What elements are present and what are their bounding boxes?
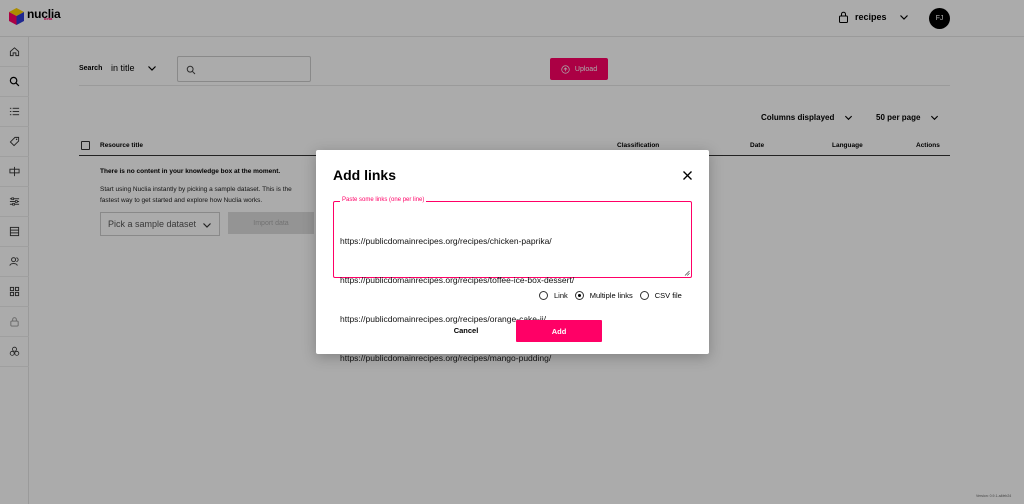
radio-button[interactable] xyxy=(539,291,548,300)
radio-link[interactable]: Link xyxy=(539,291,568,300)
cancel-button[interactable]: Cancel xyxy=(441,321,491,339)
link-line: https://publicdomainrecipes.org/recipes/… xyxy=(340,275,575,285)
radio-csv-file[interactable]: CSV file xyxy=(639,291,682,300)
close-icon[interactable] xyxy=(682,170,693,181)
radio-multiple-links[interactable]: Multiple links xyxy=(574,291,633,300)
link-line: https://publicdomainrecipes.org/recipes/… xyxy=(340,353,552,363)
radio-button-selected[interactable] xyxy=(574,291,584,300)
add-button[interactable]: Add xyxy=(516,320,602,342)
radio-button[interactable] xyxy=(639,291,649,300)
link-line: https://publicdomainrecipes.org/recipes/… xyxy=(340,314,546,324)
resize-handle-icon[interactable] xyxy=(684,270,690,276)
radio-label: CSV file xyxy=(654,291,682,300)
radio-label: Link xyxy=(554,291,568,300)
links-text-content: https://publicdomainrecipes.org/recipes/… xyxy=(340,209,685,391)
dialog-title: Add links xyxy=(333,167,397,183)
link-type-radio-group: Link Multiple links CSV file xyxy=(539,291,689,300)
link-line: https://publicdomainrecipes.org/recipes/… xyxy=(340,236,552,246)
links-textarea[interactable]: Paste some links (one per line) https://… xyxy=(333,197,692,363)
links-field-label: Paste some links (one per line) xyxy=(340,197,427,203)
add-links-dialog: Add links Paste some links (one per line… xyxy=(316,150,709,363)
radio-label: Multiple links xyxy=(589,291,633,300)
